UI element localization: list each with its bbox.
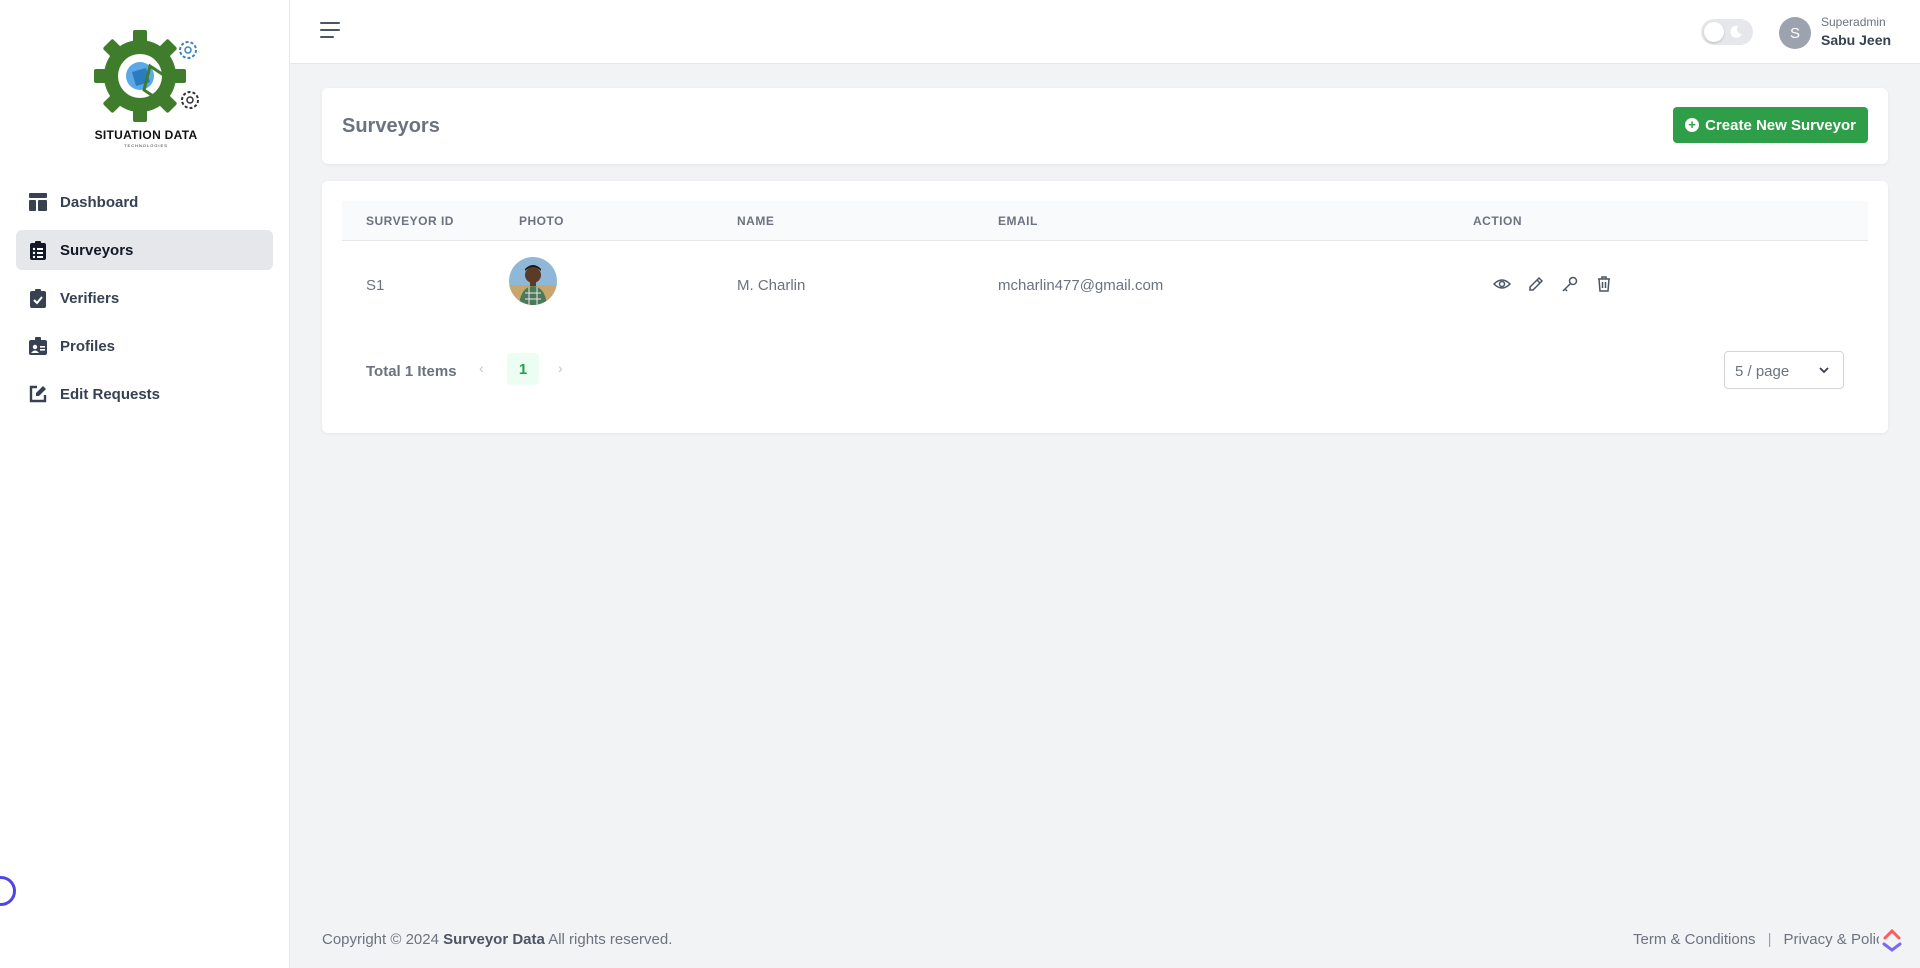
rights-text: All rights reserved. xyxy=(548,931,673,948)
plus-circle-icon: + xyxy=(1685,118,1700,132)
pagination-next-button[interactable]: › xyxy=(558,360,563,376)
chevron-down-icon xyxy=(1819,367,1829,374)
footer-copyright: Copyright © 2024 Surveyor Data All right… xyxy=(322,931,672,948)
column-header-name: NAME xyxy=(737,214,775,228)
surveyor-email: mcharlin477@gmail.com xyxy=(998,277,1164,294)
footer-separator: | xyxy=(1767,931,1772,948)
key-icon[interactable] xyxy=(1560,274,1580,294)
sidebar-item-label: Edit Requests xyxy=(60,385,161,403)
menu-toggle-icon[interactable] xyxy=(320,22,340,40)
floating-widget-button[interactable] xyxy=(0,876,16,906)
company-name: Surveyor Data xyxy=(443,931,545,948)
page-header-card: Surveyors + Create New Surveyor xyxy=(322,88,1888,164)
pagination-total: Total 1 Items xyxy=(366,363,457,380)
surveyor-name: M. Charlin xyxy=(737,277,806,294)
edit-pencil-icon[interactable] xyxy=(1526,274,1546,294)
sidebar-item-surveyors[interactable]: Surveyors xyxy=(16,230,273,270)
page-size-value: 5 / page xyxy=(1735,363,1790,380)
logo-subtext: TECHNOLOGIES xyxy=(124,143,168,148)
privacy-link[interactable]: Privacy & Policy xyxy=(1783,931,1879,948)
surveyors-table-card: SURVEYOR ID PHOTO NAME EMAIL ACTION S1 M… xyxy=(322,181,1888,433)
column-header-photo: PHOTO xyxy=(519,214,564,228)
create-button-label: Create New Surveyor xyxy=(1705,116,1856,134)
footer-links: Term & Conditions | Privacy & Policy xyxy=(1633,931,1879,948)
row-actions xyxy=(1492,274,1628,294)
terms-link[interactable]: Term & Conditions xyxy=(1633,931,1756,948)
column-header-email: EMAIL xyxy=(998,214,1038,228)
delete-icon[interactable] xyxy=(1594,274,1614,294)
dashboard-icon xyxy=(28,192,48,212)
create-surveyor-button[interactable]: + Create New Surveyor xyxy=(1673,107,1868,143)
avatar[interactable]: S xyxy=(1779,17,1811,49)
sidebar-item-label: Dashboard xyxy=(60,193,139,211)
sidebar-nav: Dashboard Surveyors Verifiers Profiles E… xyxy=(16,182,273,422)
moon-icon xyxy=(1730,25,1742,38)
toggle-knob xyxy=(1704,22,1724,42)
sidebar-item-label: Surveyors xyxy=(60,241,134,259)
clipboard-check-icon xyxy=(28,288,48,308)
pagination-prev-button[interactable]: ‹ xyxy=(479,360,484,376)
user-role: Superadmin xyxy=(1821,15,1886,29)
column-header-action: ACTION xyxy=(1473,214,1522,228)
sidebar-item-dashboard[interactable]: Dashboard xyxy=(16,182,273,222)
sidebar-item-label: Verifiers xyxy=(60,289,120,307)
copyright-prefix: Copyright © 2024 xyxy=(322,931,439,948)
table-header: SURVEYOR ID PHOTO NAME EMAIL ACTION xyxy=(342,201,1868,241)
id-card-icon xyxy=(28,336,48,356)
user-name[interactable]: Sabu Jeen xyxy=(1821,32,1911,48)
table-row: S1 M. Charlin mcharlin477@gmail.com xyxy=(342,242,1868,326)
sidebar: SITUATION DATA TECHNOLOGIES Dashboard Su… xyxy=(0,0,290,968)
top-bar: S Superadmin Sabu Jeen xyxy=(290,0,1920,64)
sidebar-item-edit-requests[interactable]: Edit Requests xyxy=(16,374,273,414)
dark-mode-toggle[interactable] xyxy=(1701,19,1753,45)
sidebar-item-verifiers[interactable]: Verifiers xyxy=(16,278,273,318)
clipboard-list-icon xyxy=(28,240,48,260)
page-title: Surveyors xyxy=(342,115,440,137)
surveyor-photo xyxy=(509,257,557,305)
surveyor-id: S1 xyxy=(366,277,385,294)
company-logo[interactable]: SITUATION DATA TECHNOLOGIES xyxy=(86,28,206,153)
pagination-page-1[interactable]: 1 xyxy=(507,353,539,385)
edit-icon xyxy=(28,384,48,404)
page-size-select[interactable]: 5 / page xyxy=(1724,351,1844,389)
app-brand-icon[interactable] xyxy=(1880,928,1904,952)
sidebar-item-profiles[interactable]: Profiles xyxy=(16,326,273,366)
sidebar-item-label: Profiles xyxy=(60,337,116,355)
view-icon[interactable] xyxy=(1492,274,1512,294)
logo-text: SITUATION DATA xyxy=(94,128,198,142)
gear-logo-icon xyxy=(94,30,199,122)
column-header-id: SURVEYOR ID xyxy=(366,214,454,228)
